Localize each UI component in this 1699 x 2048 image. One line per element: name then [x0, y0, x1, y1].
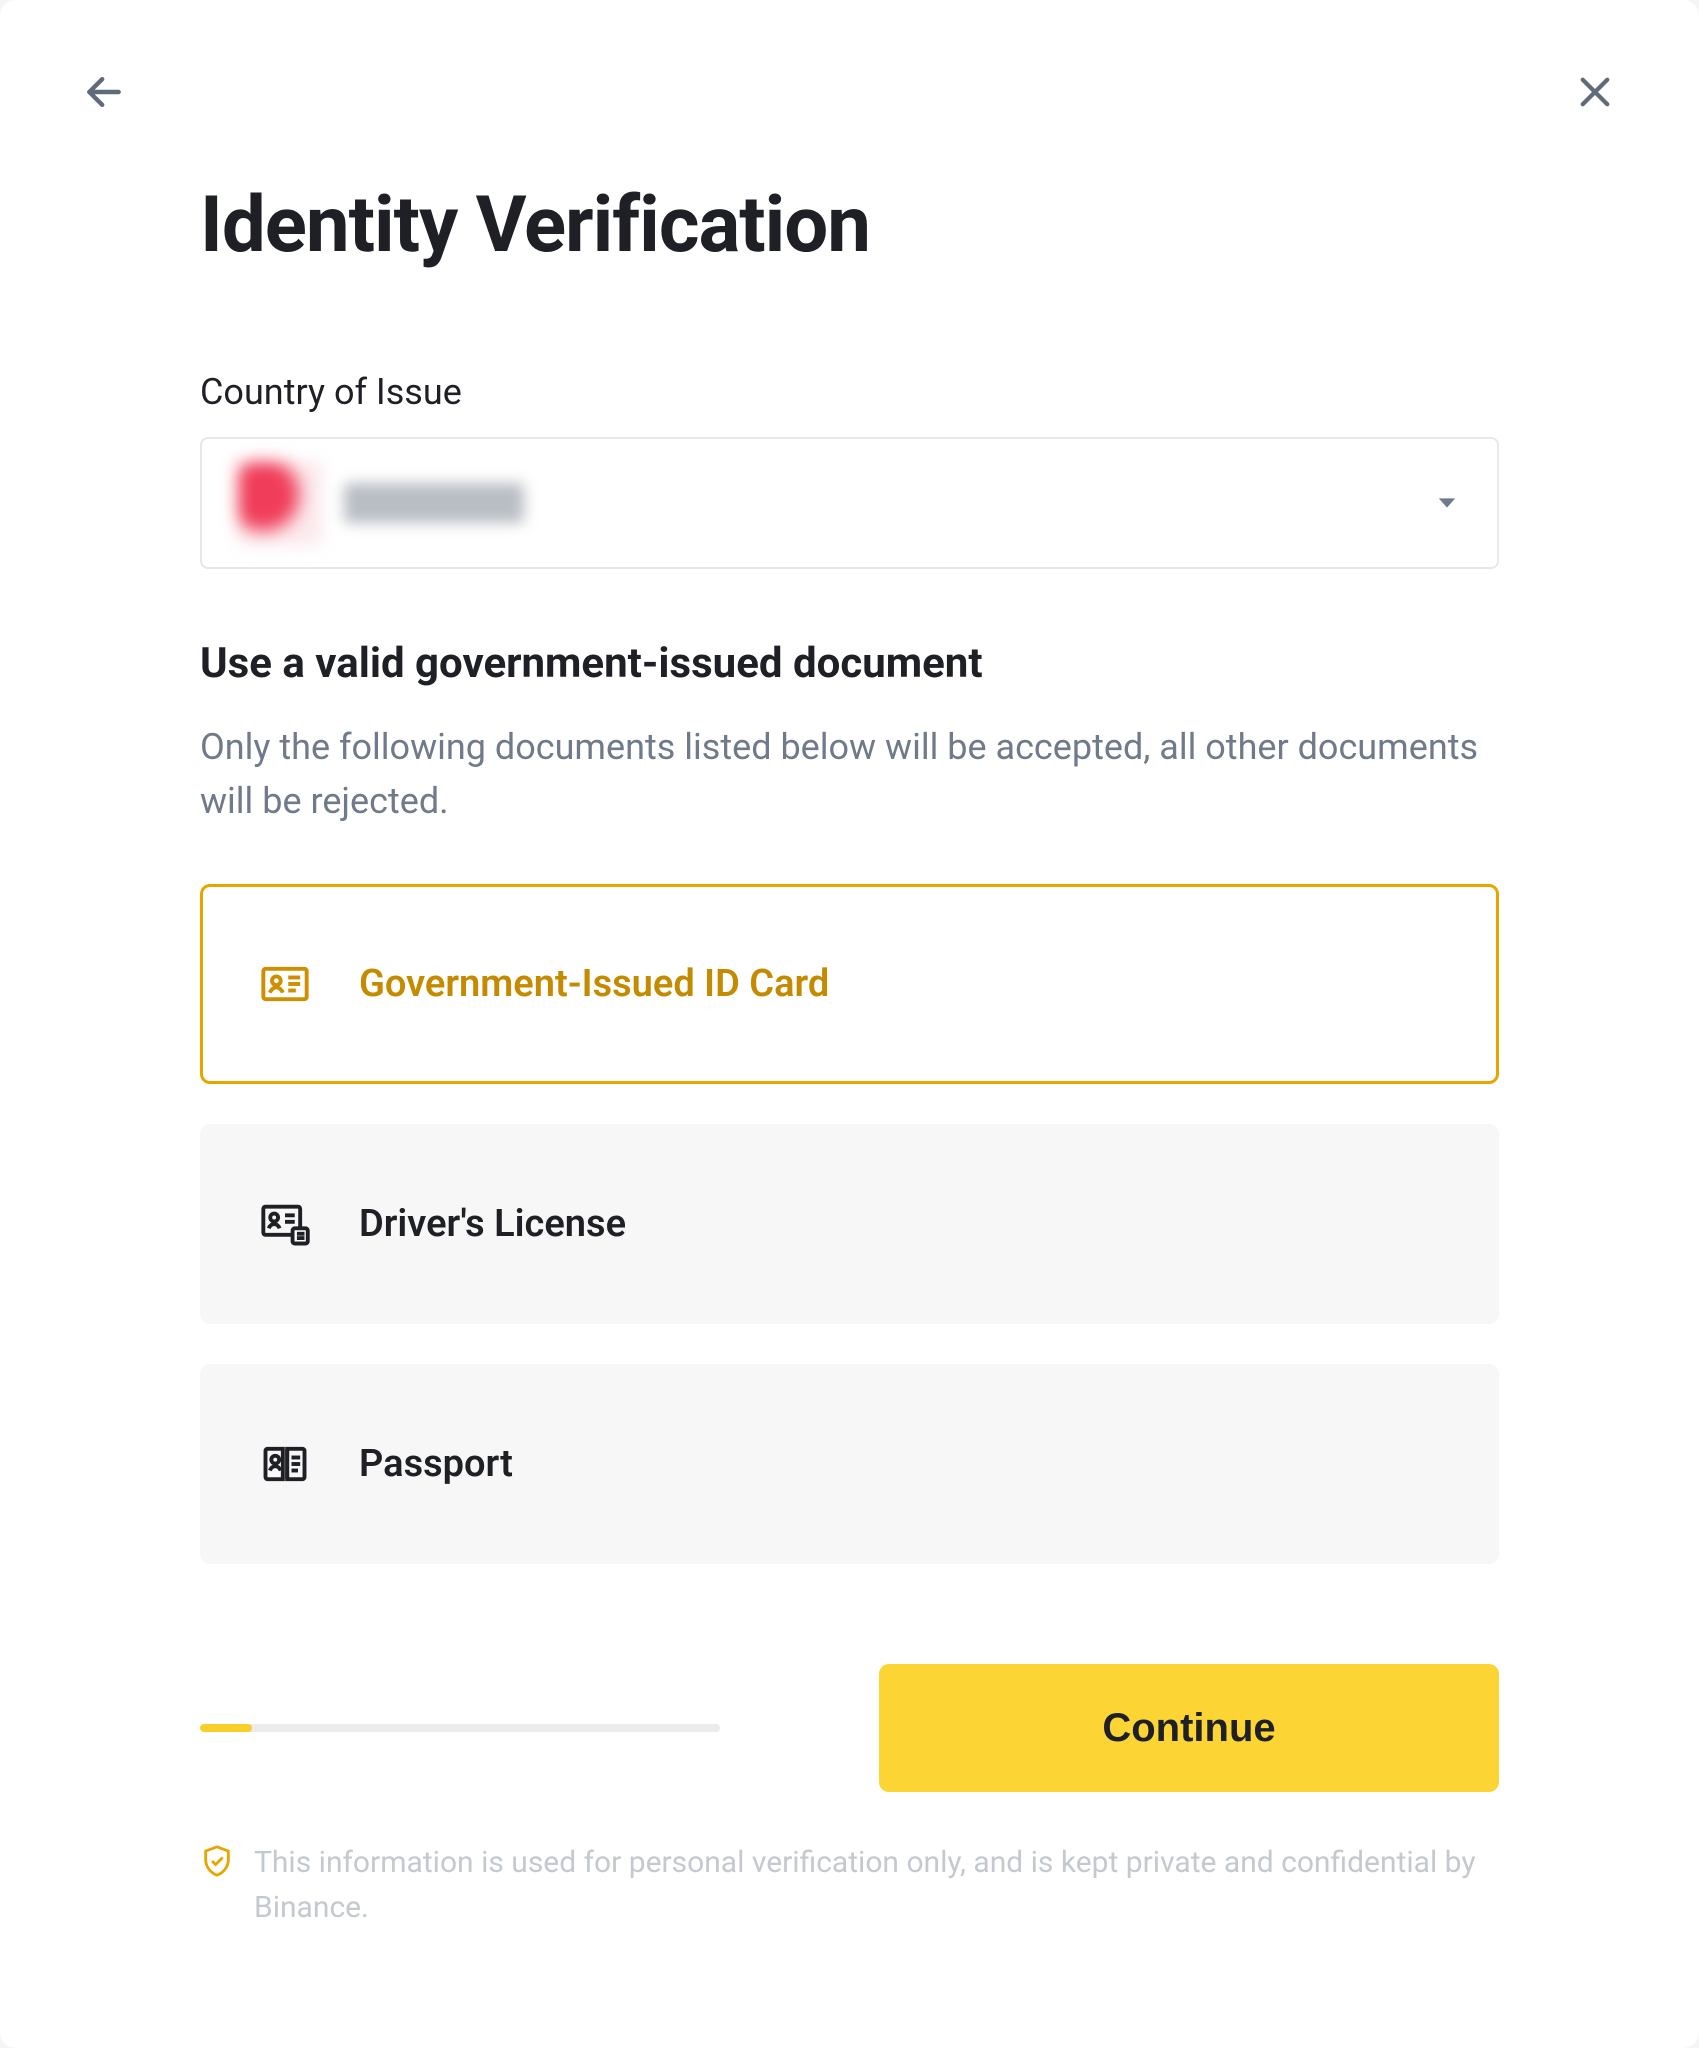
arrow-left-icon	[82, 70, 126, 114]
progress-bar	[200, 1724, 720, 1732]
back-button[interactable]	[80, 68, 128, 116]
disclaimer-text: This information is used for personal ve…	[254, 1840, 1499, 1930]
country-label: Country of Issue	[200, 371, 1499, 413]
option-drivers-license[interactable]: Driver's License	[200, 1124, 1499, 1324]
progress-fill	[200, 1724, 252, 1732]
close-button[interactable]	[1571, 68, 1619, 116]
id-card-icon	[259, 958, 311, 1010]
option-label: Government-Issued ID Card	[359, 962, 829, 1006]
shield-check-icon	[200, 1844, 234, 1878]
page-title: Identity Verification	[200, 180, 1499, 271]
option-passport[interactable]: Passport	[200, 1364, 1499, 1564]
close-icon	[1574, 71, 1616, 113]
passport-icon	[259, 1438, 311, 1490]
country-name-redacted	[344, 483, 524, 523]
option-label: Passport	[359, 1442, 513, 1486]
option-id-card[interactable]: Government-Issued ID Card	[200, 884, 1499, 1084]
document-options: Government-Issued ID Card Driver's Licen…	[200, 884, 1499, 1564]
chevron-down-icon	[1433, 489, 1461, 517]
document-section-title: Use a valid government-issued document	[200, 639, 1499, 688]
country-flag-redacted	[238, 461, 322, 545]
document-section-desc: Only the following documents listed belo…	[200, 720, 1499, 828]
country-select[interactable]	[200, 437, 1499, 569]
identity-verification-modal: Identity Verification Country of Issue U…	[0, 0, 1699, 2048]
drivers-license-icon	[259, 1198, 311, 1250]
disclaimer: This information is used for personal ve…	[200, 1840, 1499, 1930]
continue-button[interactable]: Continue	[879, 1664, 1499, 1792]
option-label: Driver's License	[359, 1202, 626, 1246]
